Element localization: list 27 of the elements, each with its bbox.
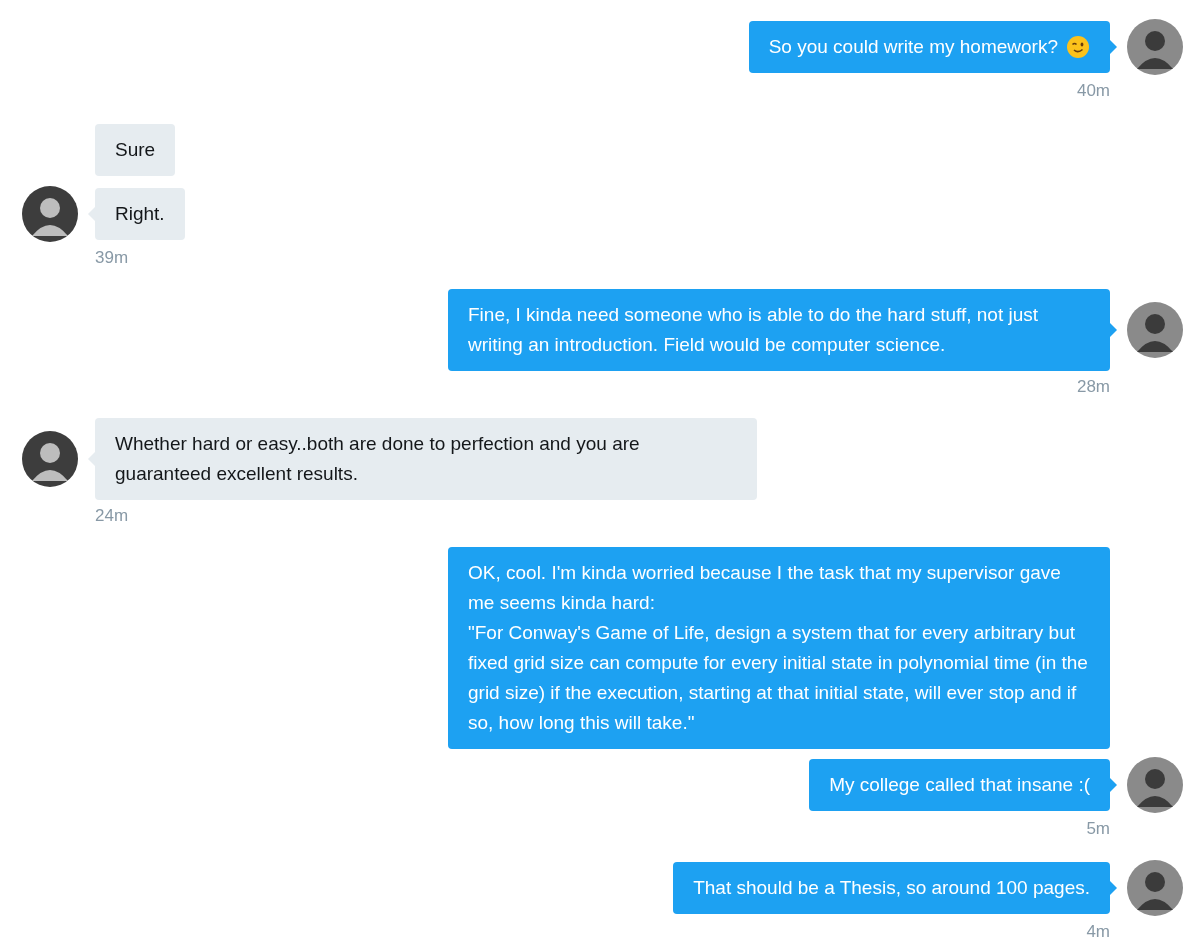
bubble-tail xyxy=(1110,40,1117,54)
timestamp: 24m xyxy=(95,506,129,526)
avatar xyxy=(22,186,78,242)
avatar xyxy=(1127,19,1183,75)
winking-face-icon xyxy=(1066,35,1090,59)
message-bubble: Right. xyxy=(95,188,185,240)
message-bubble: My college called that insane :( xyxy=(809,759,1110,811)
message-bubble: Whether hard or easy..both are done to perfection and you are guaranteed excellent results. xyxy=(95,418,757,500)
avatar xyxy=(22,431,78,487)
bubble-tail xyxy=(1110,881,1117,895)
bubble-tail xyxy=(1110,778,1117,792)
timestamp: 4m xyxy=(1086,922,1110,942)
message-bubble: That should be a Thesis, so around 100 pages. xyxy=(673,862,1110,914)
bubble-tail xyxy=(88,452,95,466)
message-bubble: Sure xyxy=(95,124,176,176)
avatar xyxy=(1127,302,1183,358)
message-bubble: Fine, I kinda need someone who is able to do the hard stuff, not just writing an introduction. Field would be computer science. xyxy=(448,289,1110,371)
avatar xyxy=(1127,860,1183,916)
message-bubble: So you could write my homework? xyxy=(748,21,1110,73)
message-bubble: OK, cool. I'm kinda worried because I the task that my supervisor gave me seems kinda hard: "For Conway's Game of Life, design a system that for every arbitrary but fixed grid size can compute for every initial state in polynomial time (in the grid size) if the execution, starting at that initial state, will ever stop and if so, how long this will take." xyxy=(448,547,1110,749)
timestamp: 5m xyxy=(1086,819,1110,839)
timestamp: 40m xyxy=(1076,81,1110,101)
bubble-tail xyxy=(88,207,95,221)
bubble-tail xyxy=(1110,323,1117,337)
avatar xyxy=(1127,757,1183,813)
timestamp: 39m xyxy=(95,248,129,268)
timestamp: 28m xyxy=(1076,377,1110,397)
